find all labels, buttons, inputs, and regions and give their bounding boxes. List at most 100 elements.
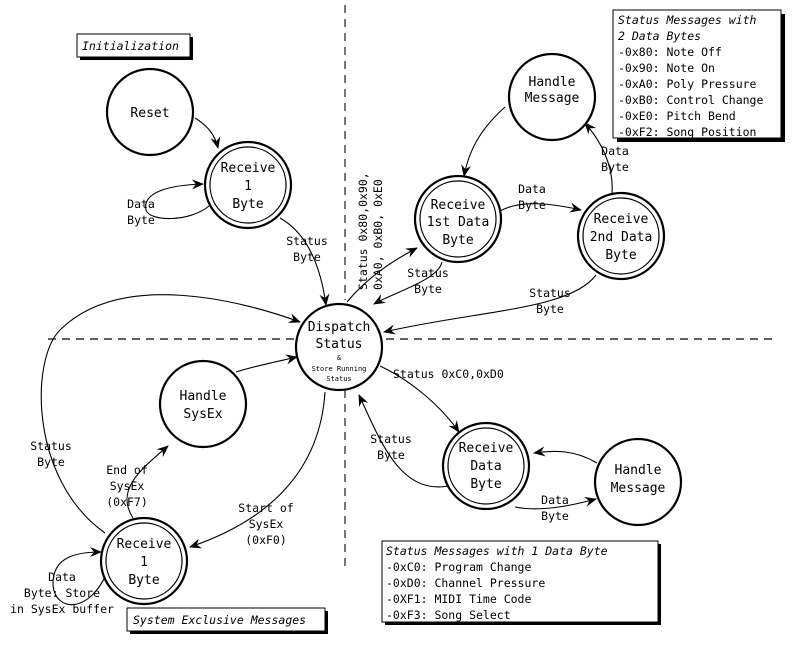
svg-text:2 Data Bytes: 2 Data Bytes: [618, 29, 701, 43]
svg-text:Reset: Reset: [130, 106, 169, 121]
svg-text:Byte: Byte: [470, 477, 501, 492]
state-diagram: Initialization System Exclusive Messages…: [10, 5, 785, 634]
label-second-to-handle: Data Byte: [601, 144, 629, 174]
legend-item: -0xD0: Channel Pressure: [386, 576, 545, 590]
svg-text:Receive: Receive: [459, 441, 514, 456]
svg-text:SysEx: SysEx: [183, 407, 222, 422]
edge-init-data-loop: [145, 179, 210, 220]
svg-text:(0xF0): (0xF0): [245, 533, 287, 547]
state-receive-init: Receive 1 Byte: [203, 140, 293, 230]
svg-text:in SysEx buffer: in SysEx buffer: [10, 602, 114, 616]
legend-item: -0xB0: Control Change: [618, 93, 763, 107]
legend-item: -0x90: Note On: [618, 61, 715, 75]
state-receive-data-byte: Receive Data Byte: [441, 421, 531, 511]
svg-text:Status Messages with 1 Data By: Status Messages with 1 Data Byte: [386, 544, 608, 558]
svg-text:Status: Status: [326, 375, 351, 383]
svg-text:System Exclusive Messages: System Exclusive Messages: [133, 613, 306, 627]
legend-one-data-byte: Status Messages with 1 Data Byte -0xC0: …: [381, 540, 661, 625]
label-first-status-byte: Status Byte: [407, 266, 449, 296]
svg-text:Byte: Store: Byte: Store: [24, 586, 100, 600]
svg-text:Byte: Byte: [442, 233, 473, 248]
svg-text:Status Messages with: Status Messages with: [618, 13, 757, 27]
legend-item: -0xC0: Program Change: [386, 560, 531, 574]
svg-text:Data: Data: [541, 493, 569, 507]
svg-text:Byte: Byte: [414, 282, 442, 296]
svg-text:Status: Status: [30, 439, 72, 453]
svg-text:Byte: Byte: [536, 302, 564, 316]
svg-text:Byte: Byte: [293, 250, 321, 264]
edge-handle-to-data: [533, 446, 598, 464]
svg-text:1st Data: 1st Data: [427, 215, 490, 230]
legend-item: -0xA0: Poly Pressure: [618, 77, 757, 91]
label-start-of-sysex: Start of SysEx (0xF0): [238, 501, 293, 547]
state-handle-sysex: Handle SysEx: [158, 359, 248, 449]
svg-text:Byte: Byte: [232, 197, 263, 212]
svg-text:Byte: Byte: [377, 448, 405, 462]
label-sysex-data-byte: Data Byte: Store in SysEx buffer: [10, 570, 114, 616]
svg-text:Byte: Byte: [37, 455, 65, 469]
svg-text:Byte: Byte: [601, 160, 629, 174]
svg-text:Handle: Handle: [180, 389, 227, 404]
label-sysex-status-byte: Status Byte: [30, 439, 72, 469]
state-receive-second-data: Receive 2nd Data Byte: [576, 191, 666, 281]
svg-text:1: 1: [140, 555, 148, 570]
svg-text:Data: Data: [127, 197, 155, 211]
svg-text:Status: Status: [316, 337, 363, 352]
svg-text:Data: Data: [601, 144, 629, 158]
edge-handle-sysex-to-dispatch: [235, 354, 298, 373]
label-data-status-byte: Status Byte: [370, 432, 412, 462]
edge-handle-to-first: [461, 106, 506, 177]
svg-text:Receive: Receive: [431, 198, 486, 213]
svg-text:0xA0, 0xB0, 0xE0: 0xA0, 0xB0, 0xE0: [371, 179, 385, 290]
svg-text:Data: Data: [518, 182, 546, 196]
label-init-status-byte: Status Byte: [286, 234, 328, 264]
svg-text:Byte: Byte: [541, 509, 569, 523]
svg-text:Status 0xC0,0xD0: Status 0xC0,0xD0: [393, 367, 504, 381]
svg-text:2nd Data: 2nd Data: [590, 230, 653, 245]
svg-text:Byte: Byte: [518, 198, 546, 212]
svg-text:Data: Data: [470, 459, 501, 474]
legend-item: -0xF2: Song Position: [618, 125, 756, 139]
label-init-data-byte: Data Byte: [127, 197, 155, 227]
svg-text:Store Running: Store Running: [312, 365, 367, 373]
label-first-to-second: Data Byte: [518, 182, 546, 212]
svg-text:End of: End of: [106, 463, 148, 477]
legend-item: -0xF3: Song Select: [386, 608, 511, 622]
svg-text:Receive: Receive: [594, 212, 649, 227]
legend-item: -0XF1: MIDI Time Code: [386, 592, 531, 606]
label-status-one-byte: Status 0xC0,0xD0: [393, 367, 504, 381]
initialization-section-label: Initialization: [76, 33, 193, 60]
state-handle-message-bottom: Handle Message: [593, 437, 683, 527]
label-end-of-sysex: End of SysEx (0xF7): [106, 463, 148, 509]
svg-text:Handle: Handle: [615, 463, 662, 478]
label-status-two-byte: Status 0x80,0x90, 0xA0, 0xB0, 0xE0: [356, 172, 385, 290]
edge-reset-to-receive: [194, 117, 221, 149]
sysex-section-label: System Exclusive Messages: [126, 607, 328, 634]
svg-text:Initialization: Initialization: [82, 39, 179, 53]
svg-text:Data: Data: [48, 570, 76, 584]
svg-text:Status: Status: [407, 266, 449, 280]
svg-text:Receive: Receive: [221, 161, 276, 176]
svg-text:Dispatch: Dispatch: [308, 320, 371, 335]
svg-text:Status 0x80,0x90,: Status 0x80,0x90,: [356, 172, 370, 290]
svg-text:Status: Status: [286, 234, 328, 248]
svg-text:Handle: Handle: [529, 75, 576, 90]
state-dispatch-status: Dispatch Status & Store Running Status: [294, 302, 384, 392]
svg-text:SysEx: SysEx: [249, 517, 284, 531]
svg-text:Status: Status: [529, 286, 571, 300]
svg-text:Status: Status: [370, 432, 412, 446]
legend-item: -0x80: Note Off: [618, 45, 722, 59]
svg-text:Start of: Start of: [238, 501, 293, 515]
legend-two-data-bytes: Status Messages with 2 Data Bytes -0x80:…: [612, 9, 785, 142]
state-handle-message-top: Handle Message: [507, 52, 597, 142]
svg-text:SysEx: SysEx: [110, 479, 145, 493]
legend-item: -0xE0: Pitch Bend: [618, 109, 736, 123]
state-reset: Reset: [105, 67, 195, 157]
state-receive-sysex: Receive 1 Byte: [99, 516, 189, 606]
svg-text:Byte: Byte: [605, 248, 636, 263]
svg-text:Message: Message: [525, 91, 580, 106]
svg-text:Message: Message: [611, 481, 666, 496]
svg-text:Byte: Byte: [127, 213, 155, 227]
state-receive-first-data: Receive 1st Data Byte: [413, 174, 503, 264]
edge-second-to-handle: [584, 122, 613, 194]
